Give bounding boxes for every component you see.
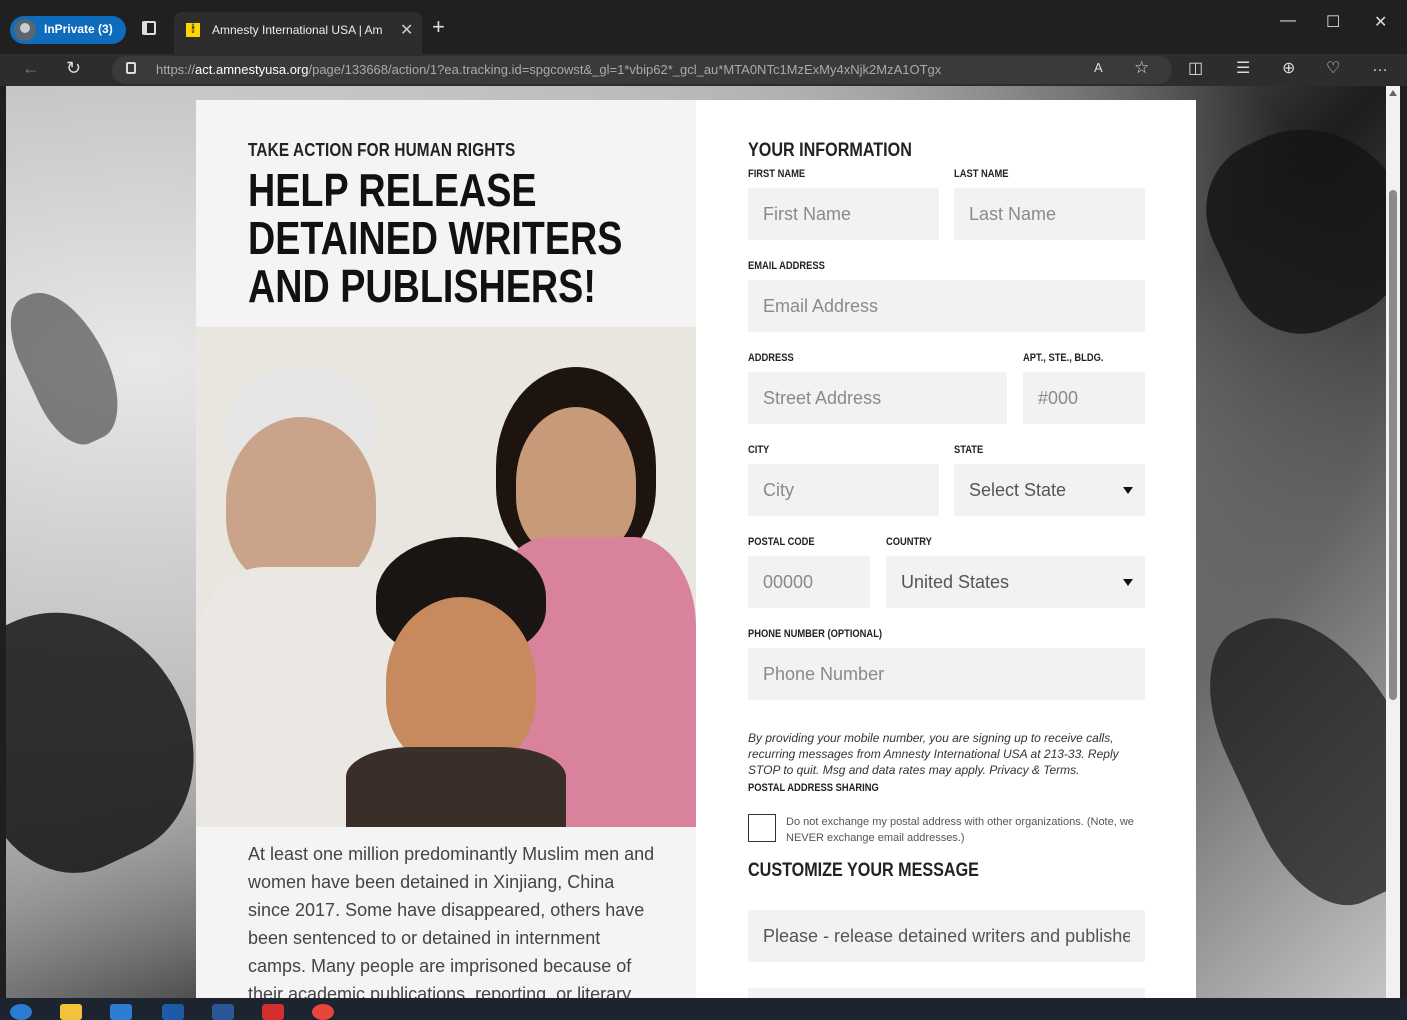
amnesty-favicon-icon: 🕯 xyxy=(186,23,200,37)
minimize-icon[interactable]: — xyxy=(1280,12,1296,30)
browser-navbar: ← ↻ https://act.amnestyusa.org/page/1336… xyxy=(0,54,1407,86)
customize-message-title: CUSTOMIZE YOUR MESSAGE xyxy=(748,860,979,881)
browser-tab-active[interactable]: 🕯 Amnesty International USA | Am ✕ xyxy=(174,12,422,54)
address-bar[interactable]: https://act.amnestyusa.org/page/133668/a… xyxy=(112,56,1172,84)
country-select-value: United States xyxy=(901,572,1010,592)
store-icon[interactable] xyxy=(110,1004,132,1020)
apt-input[interactable] xyxy=(1023,372,1145,424)
phone-input[interactable] xyxy=(748,648,1145,700)
favorite-star-icon[interactable]: ☆ xyxy=(1134,58,1149,78)
lock-icon xyxy=(126,62,136,74)
address-label: ADDRESS xyxy=(748,352,794,364)
postal-code-label: POSTAL CODE xyxy=(748,536,815,548)
photo-figure xyxy=(516,407,636,557)
photo-figure xyxy=(226,417,376,587)
message-body-textarea[interactable] xyxy=(748,988,1145,998)
state-select[interactable]: Select State xyxy=(954,464,1145,516)
postal-code-input[interactable] xyxy=(748,556,870,608)
windows-taskbar xyxy=(0,998,1407,1020)
first-name-input[interactable] xyxy=(748,188,939,240)
street-address-input[interactable] xyxy=(748,372,1007,424)
background-brushstroke xyxy=(1182,95,1386,357)
more-menu-icon[interactable]: … xyxy=(1372,58,1388,76)
headline-line: AND PUBLISHERS! xyxy=(248,260,596,312)
first-name-label: FIRST NAME xyxy=(748,168,806,180)
close-tab-icon[interactable]: ✕ xyxy=(400,20,413,40)
split-screen-icon[interactable]: ◫ xyxy=(1188,58,1203,78)
postal-sharing-checkbox[interactable] xyxy=(748,814,776,842)
apt-label: APT., STE., BLDG. xyxy=(1023,352,1104,364)
edge-taskbar-icon[interactable] xyxy=(10,1004,32,1020)
city-label: CITY xyxy=(748,444,770,456)
scrollbar-thumb[interactable] xyxy=(1389,190,1397,700)
inprivate-label: InPrivate (3) xyxy=(44,22,113,36)
headline-line: DETAINED WRITERS xyxy=(248,212,623,264)
headline-line: HELP RELEASE xyxy=(248,164,537,216)
last-name-input[interactable] xyxy=(954,188,1145,240)
new-tab-icon[interactable]: + xyxy=(432,14,445,40)
phone-label: PHONE NUMBER (OPTIONAL) xyxy=(748,628,883,640)
campaign-headline: HELP RELEASE DETAINED WRITERS AND PUBLIS… xyxy=(248,166,658,310)
postal-sharing-label: POSTAL ADDRESS SHARING xyxy=(748,782,879,794)
action-form: YOUR INFORMATION FIRST NAME LAST NAME EM… xyxy=(696,100,1196,998)
email-label: EMAIL ADDRESS xyxy=(748,260,825,272)
back-icon[interactable]: ← xyxy=(22,58,40,79)
browser-essentials-icon[interactable]: ♡ xyxy=(1326,58,1340,78)
state-select-value: Select State xyxy=(969,480,1067,500)
postal-sharing-text: Do not exchange my postal address with o… xyxy=(786,816,1134,844)
state-label: STATE xyxy=(954,444,984,456)
word-icon[interactable] xyxy=(212,1004,234,1020)
profile-avatar xyxy=(14,19,36,41)
close-window-icon[interactable]: ✕ xyxy=(1374,12,1387,32)
message-subject-input[interactable] xyxy=(748,910,1145,962)
maximize-icon[interactable]: ☐ xyxy=(1326,12,1340,32)
tab-title: Amnesty International USA | Am xyxy=(212,23,383,37)
browser-titlebar: InPrivate (3) 🕯 Amnesty International US… xyxy=(0,0,1407,54)
email-input[interactable] xyxy=(748,280,1145,332)
background-brushstroke xyxy=(6,276,137,456)
inprivate-profile-button[interactable]: InPrivate (3) xyxy=(10,16,126,44)
collections-icon[interactable]: ⊕ xyxy=(1282,58,1295,78)
country-label: COUNTRY xyxy=(886,536,932,548)
file-explorer-icon[interactable] xyxy=(60,1004,82,1020)
last-name-label: LAST NAME xyxy=(954,168,1009,180)
favorites-icon[interactable]: ☰ xyxy=(1236,58,1250,78)
background-brushstroke xyxy=(1180,584,1386,928)
your-information-title: YOUR INFORMATION xyxy=(748,140,912,161)
city-input[interactable] xyxy=(748,464,939,516)
campaign-body-text: At least one million predominantly Musli… xyxy=(248,844,655,998)
photo-figure xyxy=(346,747,566,827)
chevron-down-icon xyxy=(1123,579,1133,586)
page-scrollbar[interactable] xyxy=(1386,86,1400,998)
chrome-icon[interactable] xyxy=(312,1004,334,1020)
page-viewport: TAKE ACTION FOR HUMAN RIGHTS HELP RELEAS… xyxy=(6,86,1386,998)
photo-figure xyxy=(386,597,536,767)
mail-icon[interactable] xyxy=(162,1004,184,1020)
read-aloud-icon[interactable]: A xyxy=(1094,60,1103,75)
country-select[interactable]: United States xyxy=(886,556,1145,608)
refresh-icon[interactable]: ↻ xyxy=(66,58,81,79)
campaign-kicker: TAKE ACTION FOR HUMAN RIGHTS xyxy=(248,140,516,160)
tab-actions-icon[interactable] xyxy=(142,21,156,35)
detainees-photo xyxy=(196,327,696,827)
scroll-up-icon[interactable] xyxy=(1389,90,1397,96)
acrobat-icon[interactable] xyxy=(262,1004,284,1020)
sms-disclaimer: By providing your mobile number, you are… xyxy=(748,731,1119,777)
chevron-down-icon xyxy=(1123,487,1133,494)
campaign-panel: TAKE ACTION FOR HUMAN RIGHTS HELP RELEAS… xyxy=(196,100,696,998)
url-text[interactable]: https://act.amnestyusa.org/page/133668/a… xyxy=(156,62,941,77)
